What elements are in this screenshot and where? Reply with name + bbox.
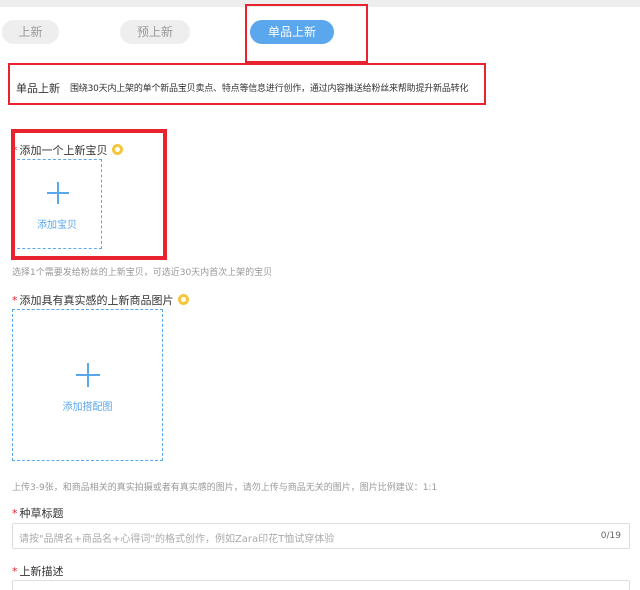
add-image-label: 添加搭配图 — [62, 402, 113, 413]
title-input[interactable]: 请按"品牌名+商品名+心得词"的格式创作，例如Zara印花T恤试穿体验 0/19 — [12, 523, 630, 549]
title-section-label: * 种草标题 — [12, 505, 64, 521]
title-char-counter: 0/19 — [600, 531, 621, 541]
highlight-box-upload — [11, 129, 167, 260]
highlight-box-tab — [245, 4, 368, 63]
required-mark: * — [12, 565, 18, 578]
tab-shangxin[interactable]: 上新 — [2, 20, 59, 44]
description-section-label: * 上新描述 — [12, 563, 64, 579]
required-mark: * — [12, 507, 18, 520]
add-image-button[interactable]: 添加搭配图 — [12, 309, 163, 461]
description-section-label-text: 上新描述 — [19, 565, 64, 578]
title-section-label-text: 种草标题 — [19, 507, 64, 520]
image-section-hint: 上传3-9张，和商品相关的真实拍摄或者有真实感的图片，请勿上传与商品无关的图片，… — [12, 483, 438, 493]
image-section-label: * 添加具有真实感的上新商品图片 — [12, 292, 189, 308]
item-section-hint: 选择1个需要发给粉丝的上新宝贝，可选近30天内首次上架的宝贝 — [12, 268, 273, 278]
description-title: 单品上新 — [16, 82, 60, 95]
coin-icon — [177, 294, 189, 305]
title-input-placeholder: 请按"品牌名+商品名+心得词"的格式创作，例如Zara印花T恤试穿体验 — [19, 534, 335, 545]
tab-yushangxin[interactable]: 预上新 — [120, 20, 190, 44]
image-section-label-text: 添加具有真实感的上新商品图片 — [19, 294, 174, 307]
description-textarea[interactable] — [12, 580, 630, 590]
plus-icon — [76, 363, 100, 387]
description-text: 围绕30天内上架的单个新品宝贝卖点、特点等信息进行创作，通过内容推送给粉丝来帮助… — [70, 84, 469, 94]
required-mark: * — [12, 294, 18, 307]
